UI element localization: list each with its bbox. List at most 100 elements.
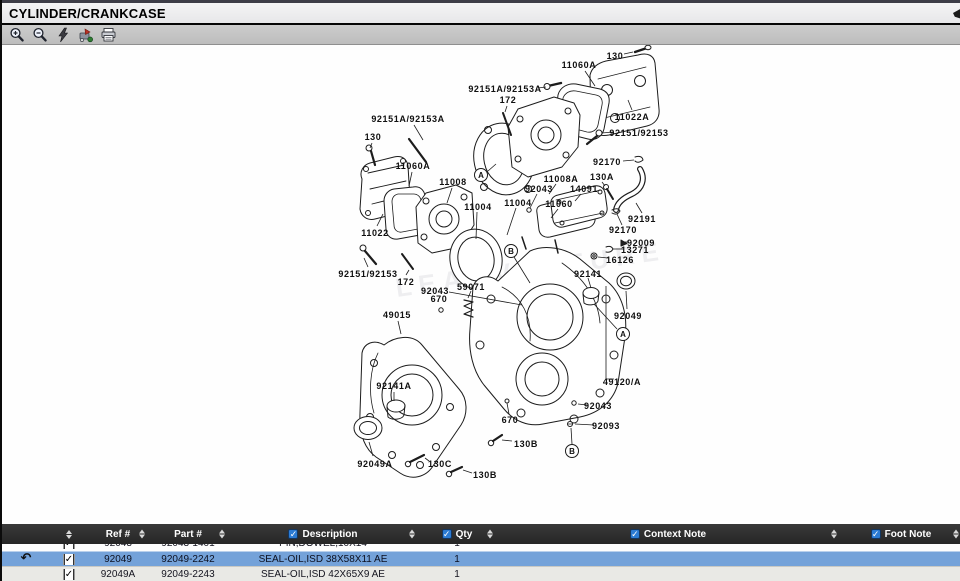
part-label-92170[interactable]: 92170 xyxy=(609,225,637,235)
sort-arrows-icon[interactable] xyxy=(139,530,145,539)
table-row-92049A[interactable]: ✓92049A92049-2243SEAL-OIL,ISD 42X65X9 AE… xyxy=(2,566,960,581)
part-label-130[interactable]: 130 xyxy=(607,51,624,61)
part-label-11060A[interactable]: 11060A xyxy=(396,161,431,171)
parts-cart-icon[interactable] xyxy=(77,27,94,43)
column-header-qty[interactable]: ✓ Qty xyxy=(418,524,496,544)
column-checkbox-foot[interactable]: ✓ xyxy=(871,529,881,539)
table-row-92043[interactable]: ✓9204392043-1401PIN,DOWEL,10X141 xyxy=(2,544,960,551)
column-header-check[interactable] xyxy=(50,524,88,544)
part-label-92141[interactable]: 92141 xyxy=(574,269,602,279)
part-label-172[interactable]: 172 xyxy=(500,95,517,105)
exploded-parts-diagram: LEADVENTURE xyxy=(2,45,960,521)
column-header-part[interactable]: Part # xyxy=(148,524,228,544)
cell-qty: 1 xyxy=(418,544,496,549)
page-title: CYLINDER/CRANKCASE xyxy=(9,6,166,21)
diagram-canvas: LEADVENTURE xyxy=(2,45,960,521)
part-label-92049A[interactable]: 92049A xyxy=(357,459,392,469)
diagram-toolbar xyxy=(2,25,960,45)
part-label-11060A[interactable]: 11060A xyxy=(562,60,597,70)
part-label-670[interactable]: 670 xyxy=(502,415,519,425)
column-checkbox-qty[interactable]: ✓ xyxy=(442,529,452,539)
column-label: Description xyxy=(302,529,357,540)
parts-table-header: Ref # Part # ✓ Description ✓ Qty ✓Context Note… xyxy=(2,524,960,544)
sort-arrows-icon[interactable] xyxy=(487,530,493,539)
part-label-11022A[interactable]: 11022A xyxy=(615,112,650,122)
part-label-92170[interactable]: 92170 xyxy=(593,157,621,167)
part-label-14091[interactable]: 14091 xyxy=(570,184,598,194)
part-label-130C[interactable]: 130C xyxy=(428,459,452,469)
part-label-92043[interactable]: 92043 xyxy=(584,401,612,411)
part-label-92049[interactable]: 92049 xyxy=(614,311,642,321)
column-label: Part # xyxy=(174,529,202,540)
column-label: Qty xyxy=(456,529,473,540)
sort-arrows-icon[interactable] xyxy=(953,530,959,539)
view-callout-A: A xyxy=(475,169,488,182)
part-label-92093[interactable]: 92093 xyxy=(592,421,620,431)
column-header-desc[interactable]: ✓ Description xyxy=(228,524,418,544)
part-label-13271[interactable]: 13271 xyxy=(621,245,649,255)
row-checkbox[interactable]: ✓ xyxy=(64,569,74,580)
row-checkbox-cell: ✓ xyxy=(50,544,88,549)
view-callout-B: B xyxy=(505,245,518,258)
svg-text:A: A xyxy=(478,171,484,180)
part-label-49015[interactable]: 49015 xyxy=(383,310,411,320)
column-label: Foot Note xyxy=(885,529,932,540)
part-label-92151A-92153A[interactable]: 92151A/92153A xyxy=(468,84,541,94)
cell-ref: 92049 xyxy=(88,554,148,565)
parts-catalog-window: CYLINDER/CRANKCASE xyxy=(0,0,960,581)
sort-arrows-icon[interactable] xyxy=(66,530,72,539)
part-label-92191[interactable]: 92191 xyxy=(628,214,656,224)
part-label-16126[interactable]: 16126 xyxy=(606,255,634,265)
column-header-action xyxy=(2,524,50,544)
svg-text:A: A xyxy=(620,330,626,339)
table-row-92049[interactable]: ↶ ✓ 9204992049-2242SEAL-OIL,ISD 38X58X11 A… xyxy=(2,551,960,566)
part-label-172[interactable]: 172 xyxy=(398,277,415,287)
part-label-130B[interactable]: 130B xyxy=(473,470,497,480)
cell-part: 92043-1401 xyxy=(148,544,228,549)
hotspot-icon[interactable] xyxy=(54,27,71,43)
column-header-ctx[interactable]: ✓Context Note xyxy=(496,524,840,544)
part-label-59071[interactable]: 59071 xyxy=(457,282,485,292)
column-header-foot[interactable]: ✓ Foot Note xyxy=(840,524,960,544)
print-icon[interactable] xyxy=(100,27,117,43)
parts-table: Ref # Part # ✓ Description ✓ Qty ✓Context Note… xyxy=(2,524,960,581)
part-label-92151-92153[interactable]: 92151/92153 xyxy=(338,269,397,279)
cell-desc: SEAL-OIL,ISD 42X65X9 AE xyxy=(228,569,418,580)
part-label-11008A[interactable]: 11008A xyxy=(544,174,579,184)
cell-part: 92049-2242 xyxy=(148,554,228,565)
part-label-92141A[interactable]: 92141A xyxy=(376,381,411,391)
part-label-11022[interactable]: 11022 xyxy=(361,228,389,238)
row-checkbox[interactable]: ✓ xyxy=(64,544,74,549)
sort-arrows-icon[interactable] xyxy=(219,530,225,539)
undo-selection-icon[interactable]: ↶ xyxy=(21,553,32,565)
part-label-11008[interactable]: 11008 xyxy=(439,177,467,187)
zoom-in-icon[interactable] xyxy=(8,27,25,43)
part-label-130A[interactable]: 130A xyxy=(590,172,614,182)
part-label-670[interactable]: 670 xyxy=(431,294,448,304)
zoom-out-icon[interactable] xyxy=(31,27,48,43)
part-label-92151A-92153A[interactable]: 92151A/92153A xyxy=(371,114,444,124)
part-label-11004[interactable]: 11004 xyxy=(464,202,492,212)
sort-arrows-icon[interactable] xyxy=(409,530,415,539)
column-checkbox-ctx[interactable]: ✓ xyxy=(630,529,640,539)
cell-ref: 92049A xyxy=(88,569,148,580)
cell-ref: 92043 xyxy=(88,544,148,549)
part-label-130B[interactable]: 130B xyxy=(514,439,538,449)
part-label-130[interactable]: 130 xyxy=(365,132,382,142)
part-label-11060[interactable]: 11060 xyxy=(545,199,573,209)
column-header-ref[interactable]: Ref # xyxy=(88,524,148,544)
view-callout-A: A xyxy=(617,328,630,341)
row-checkbox-cell: ✓ xyxy=(50,554,88,565)
part-label-11004[interactable]: 11004 xyxy=(504,198,532,208)
column-checkbox-desc[interactable]: ✓ xyxy=(288,529,298,539)
svg-text:B: B xyxy=(569,447,575,456)
sort-arrows-icon[interactable] xyxy=(831,530,837,539)
cell-desc: SEAL-OIL,ISD 38X58X11 AE xyxy=(228,554,418,565)
parts-table-body: ✓9204392043-1401PIN,DOWEL,10X141↶✓920499… xyxy=(2,544,960,581)
row-action-cell: ↶ xyxy=(2,553,50,565)
part-label-92151-92153[interactable]: 92151/92153 xyxy=(609,128,668,138)
row-checkbox[interactable]: ✓ xyxy=(64,554,74,565)
part-label-49120-A[interactable]: 49120/A xyxy=(603,377,641,387)
svg-text:B: B xyxy=(508,247,514,256)
part-label-92043[interactable]: 92043 xyxy=(525,184,553,194)
